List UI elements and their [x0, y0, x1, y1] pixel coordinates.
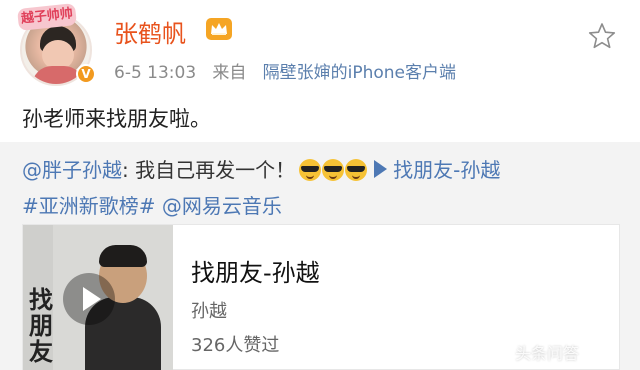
verified-v-icon: V — [76, 64, 96, 84]
post-date: 6-5 13:03 — [114, 63, 197, 83]
vip-crown-icon[interactable] — [206, 18, 232, 40]
album-cover: 找朋友 — [23, 225, 173, 370]
song-likes: 326人赞过 — [191, 335, 280, 356]
song-title[interactable]: 找朋友-孙越 — [191, 253, 320, 288]
repost-text-line: @胖子孙越: 我自己再发一个！ 找朋友-孙越 — [22, 154, 500, 186]
emoji-group — [299, 159, 368, 186]
sunglasses-emoji-icon — [322, 159, 345, 181]
play-icon[interactable] — [63, 273, 115, 325]
username[interactable]: 张鹤帆 — [114, 14, 186, 49]
from-label: 来自 — [212, 63, 247, 83]
sunglasses-emoji-icon — [345, 159, 368, 181]
post-text: 孙老师来找朋友啦。 — [22, 107, 211, 131]
person-hair — [99, 245, 147, 267]
mention-link[interactable]: @胖子孙越 — [22, 158, 122, 182]
client-source-link[interactable]: 隔壁张婶的iPhone客户端 — [263, 63, 456, 83]
song-artist: 孙越 — [191, 301, 227, 322]
repost-block[interactable]: @胖子孙越: 我自己再发一个！ 找朋友-孙越 #亚洲新歌榜# @网易云音乐 找朋友… — [0, 142, 640, 370]
repost-body: : 我自己再发一个！ — [122, 158, 296, 182]
favorite-star-icon[interactable] — [588, 22, 616, 50]
cover-title: 找朋友 — [29, 286, 53, 366]
watermark: 头条问答 — [515, 344, 580, 363]
post-meta: 6-5 13:03 来自 隔壁张婶的iPhone客户端 — [114, 58, 456, 83]
sunglasses-emoji-icon — [299, 159, 322, 181]
mention-link-2[interactable]: @网易云音乐 — [162, 194, 282, 218]
avatar[interactable]: 越子帅帅 V — [14, 3, 98, 90]
hashtag-link[interactable]: #亚洲新歌榜# — [22, 194, 156, 218]
play-link-icon — [374, 160, 388, 178]
song-link[interactable]: 找朋友-孙越 — [393, 158, 500, 182]
repost-tags-line: #亚洲新歌榜# @网易云音乐 — [22, 190, 282, 219]
